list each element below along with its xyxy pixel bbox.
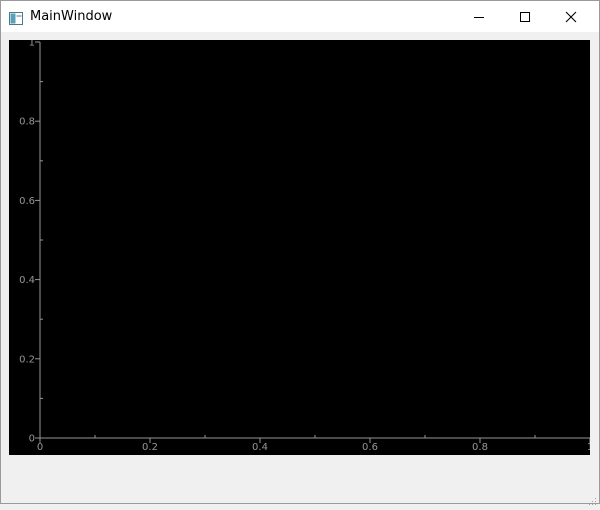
x-axis-tick-label: 0.8 [472, 442, 488, 453]
resize-grip-icon[interactable] [587, 491, 597, 505]
maximize-button[interactable] [502, 1, 548, 32]
y-axis-tick-label: 0 [29, 434, 35, 445]
window-app-icon [9, 10, 23, 25]
y-axis-tick-label: 0.2 [19, 354, 35, 365]
minimize-button[interactable] [456, 1, 502, 32]
maximize-icon [519, 11, 531, 23]
x-axis-tick-label: 0.4 [252, 442, 268, 453]
plot-area[interactable]: 0 0.2 0.4 0.6 0.8 1 0 0.2 0.4 0.6 0.8 1 [9, 40, 590, 455]
x-axis-tick-label: 0.6 [362, 442, 378, 453]
close-button[interactable] [548, 1, 594, 32]
main-window: MainWindow 0 0.2 0.4 0.6 0.8 1 0 0.2 0.4 0.6 0.8 1 [0, 0, 600, 505]
plot-canvas[interactable]: 0 0.2 0.4 0.6 0.8 1 0 0.2 0.4 0.6 0.8 1 [9, 40, 590, 455]
y-axis-tick-label: 0.6 [19, 196, 35, 207]
y-axis-tick-label: 0.8 [19, 117, 35, 128]
y-axis-tick-label: 1 [29, 40, 35, 49]
x-axis-tick-label: 1 [587, 442, 590, 453]
x-axis-tick-label: 0 [37, 442, 43, 453]
x-axis-tick-label: 0.2 [142, 442, 158, 453]
close-icon [565, 11, 577, 23]
y-axis-tick-label: 0.4 [19, 275, 35, 286]
minimize-icon [473, 11, 485, 23]
window-title: MainWindow [30, 9, 113, 24]
title-bar[interactable]: MainWindow [1, 1, 599, 32]
